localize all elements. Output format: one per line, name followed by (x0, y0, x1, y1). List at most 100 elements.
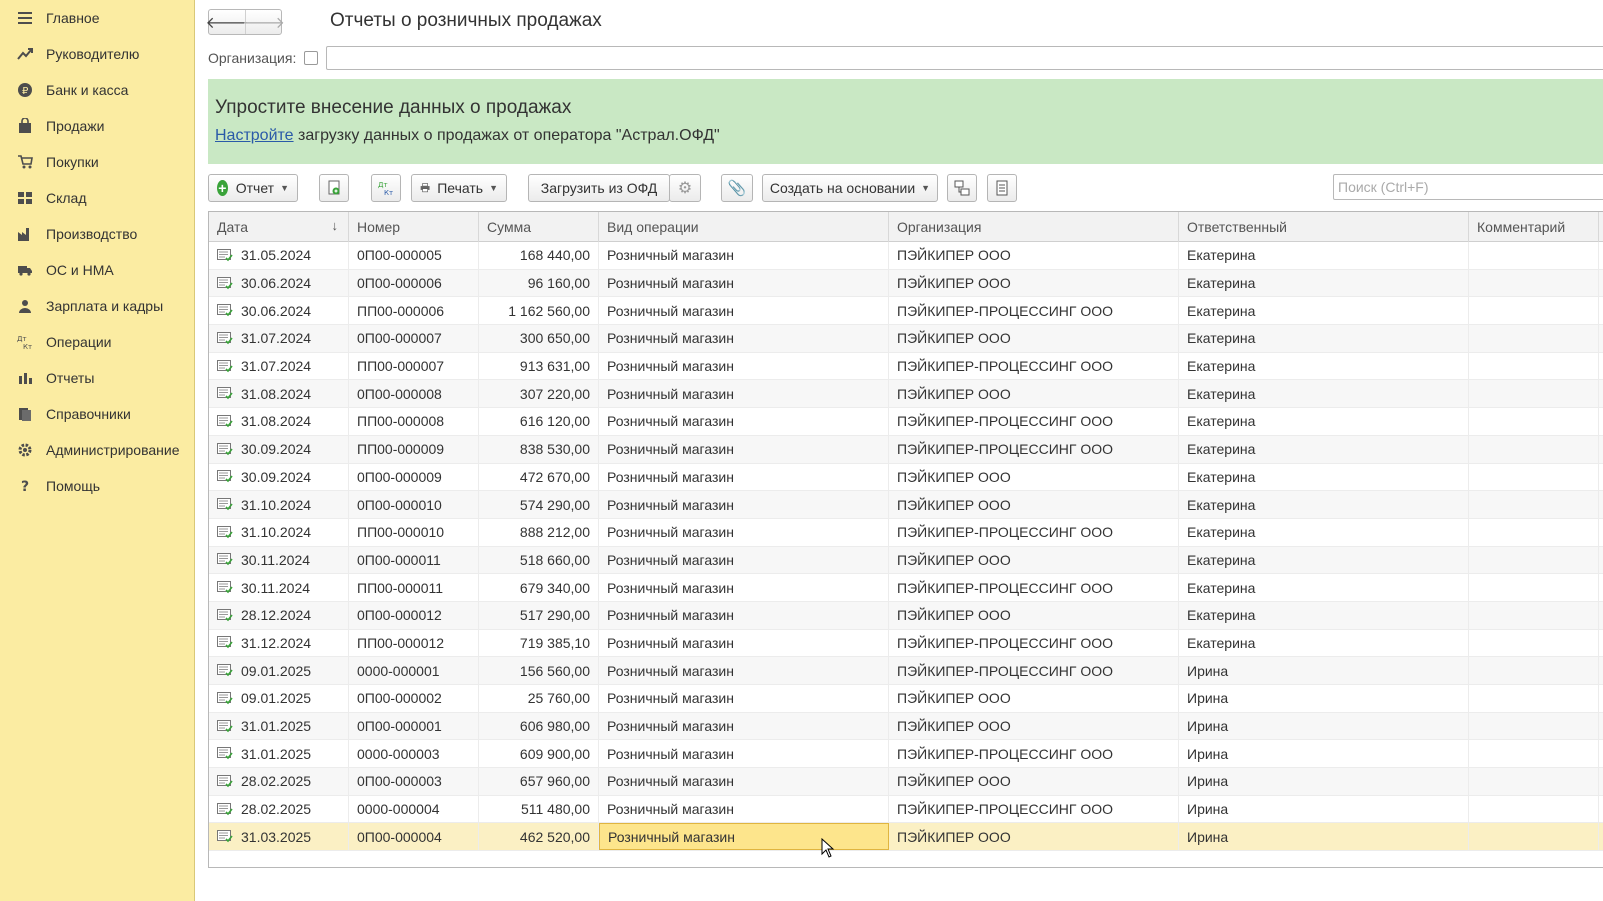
org-input[interactable] (326, 46, 1603, 70)
report-button[interactable]: + Отчет ▼ (208, 174, 298, 202)
table-row[interactable]: 30.11.2024 0П00-000011 518 660,00 Розничный… (209, 546, 1603, 575)
table-row[interactable]: 28.02.2025 0000-000004 511 480,00 Розничный… (209, 795, 1603, 824)
print-button[interactable]: Печать ▼ (411, 174, 507, 202)
sidebar-item[interactable]: Дт Кт Операции (0, 324, 194, 360)
copy-doc-button[interactable] (319, 174, 349, 202)
operation-cell: Розничный магазин (599, 685, 889, 712)
cell-value: Екатерина (1187, 275, 1256, 292)
sidebar-item-label: Склад (46, 190, 87, 206)
sidebar-item[interactable]: Администрирование (0, 432, 194, 468)
org-checkbox[interactable] (304, 51, 319, 65)
sidebar-item[interactable]: Главное (0, 0, 194, 36)
table-row[interactable]: 09.01.2025 0П00-000002 25 760,00 Розничный … (209, 685, 1603, 713)
sidebar-item[interactable]: Продажи (0, 108, 194, 144)
organization-cell: ПЭЙКИПЕР-ПРОЦЕССИНГ ООО (889, 408, 1179, 435)
sidebar-item-label: Справочники (46, 406, 131, 422)
responsible-cell: Ирина (1179, 685, 1469, 712)
cell-value: 31.03.2025 (241, 828, 312, 845)
sidebar-item-label: Отчеты (46, 370, 95, 386)
dt-kt-button[interactable]: Дт Кт (371, 174, 401, 202)
cell-value: ПЭЙКИПЕР ООО (897, 607, 1011, 624)
column-header[interactable]: Номер (349, 212, 479, 242)
column-header[interactable]: Комментарий (1469, 212, 1599, 242)
table-row[interactable]: 31.08.2024 ПП00-000008 616 120,00 Розничный… (209, 408, 1603, 436)
organization-cell: ПЭЙКИПЕР-ПРОЦЕССИНГ ООО (889, 795, 1179, 823)
date-cell: 31.07.2024 (209, 325, 349, 352)
organization-cell: ПЭЙКИПЕР-ПРОЦЕССИНГ ООО (889, 657, 1179, 684)
more-button[interactable] (987, 174, 1017, 202)
operation-cell: Розничный магазин (599, 823, 889, 851)
table-row[interactable]: 28.02.2025 0П00-000003 657 960,00 Розничный… (209, 768, 1603, 796)
sidebar-item[interactable]: Руководителю (0, 36, 194, 72)
organization-cell: ПЭЙКИПЕР-ПРОЦЕССИНГ ООО (889, 352, 1179, 380)
create-based-button[interactable]: Создать на основании ▼ (762, 174, 938, 202)
back-button[interactable]: 🡐 (206, 10, 249, 34)
sidebar-item[interactable]: Склад (0, 180, 194, 216)
sidebar-item[interactable]: Производство (0, 216, 194, 252)
load-ofd-button[interactable]: Загрузить из ОФД (528, 174, 670, 202)
cell-value: 31.10.2024 (241, 524, 312, 541)
sidebar-item[interactable]: ОС и НМА (0, 252, 194, 288)
table-row[interactable]: 30.06.2024 0П00-000006 96 160,00 Розничный … (209, 269, 1603, 298)
sum-cell: 1 162 560,00 (479, 297, 599, 325)
table-row[interactable]: 28.12.2024 0П00-000012 517 290,00 Розничный… (209, 601, 1603, 630)
table-header: Дата ↓ Номер Сумма Вид операции Организация От… (209, 212, 1603, 242)
cell-value: Екатерина (1187, 247, 1256, 264)
ofd-settings-button[interactable]: ⚙ (669, 174, 701, 202)
sidebar-item[interactable]: Справочники (0, 396, 194, 432)
date-cell: 09.01.2025 (209, 657, 349, 684)
sidebar-item-label: Банк и касса (46, 82, 129, 98)
responsible-cell: Екатерина (1179, 491, 1469, 518)
column-header[interactable]: Вид операции (599, 212, 889, 242)
table-row[interactable]: 31.10.2024 ПП00-000010 888 212,00 Розничный… (209, 518, 1603, 547)
svg-text:Кт: Кт (384, 189, 393, 196)
cell-value: Розничный магазин (607, 745, 734, 762)
column-header[interactable]: Организация (889, 212, 1179, 242)
forward-button[interactable]: 🡒 (242, 10, 285, 34)
page-title: Отчеты о розничных продажах (330, 10, 602, 31)
dt-kt-icon: ДтКт (16, 333, 34, 351)
table-row[interactable]: 31.01.2025 0П00-000001 606 980,00 Розничный… (209, 712, 1603, 741)
table-row[interactable]: 31.01.2025 0000-000003 609 900,00 Розничный… (209, 740, 1603, 769)
cell-value: ПЭЙКИПЕР-ПРОЦЕССИНГ ООО (897, 634, 1114, 651)
column-header[interactable]: Сумма (479, 212, 599, 242)
table-row[interactable]: 31.03.2025 0П00-000004 462 520,00 Розничный… (209, 823, 1603, 852)
sidebar-item[interactable]: ? Помощь (0, 468, 194, 504)
comment-cell (1469, 795, 1599, 823)
sidebar-item[interactable]: Зарплата и кадры (0, 288, 194, 324)
operation-cell: Розничный магазин (599, 408, 889, 435)
table-row[interactable]: 31.07.2024 0П00-000007 300 650,00 Розничный… (209, 325, 1603, 353)
table-row[interactable]: 30.11.2024 ПП00-000011 679 340,00 Розничный… (209, 574, 1603, 602)
table-row[interactable]: 30.06.2024 ПП00-000006 1 162 560,00 Розничн… (209, 297, 1603, 326)
responsible-cell: Екатерина (1179, 325, 1469, 352)
cell-value: 96 160,00 (527, 275, 590, 292)
sidebar-item[interactable]: Отчеты (0, 360, 194, 396)
column-header[interactable]: Дата ↓ (209, 212, 349, 242)
sidebar-item[interactable]: Покупки (0, 144, 194, 180)
table-row[interactable]: 09.01.2025 0000-000001 156 560,00 Розничный… (209, 657, 1603, 685)
sum-cell: 616 120,00 (479, 408, 599, 435)
structure-button[interactable] (947, 174, 977, 202)
table-row[interactable]: 31.08.2024 0П00-000008 307 220,00 Розничный… (209, 380, 1603, 409)
cell-value: 0000-000004 (357, 801, 440, 818)
cell-value: 472 670,00 (519, 468, 590, 485)
number-cell: ПП00-000008 (349, 408, 479, 435)
table-row[interactable]: 30.09.2024 ПП00-000009 838 530,00 Розничный… (209, 435, 1603, 464)
table-row[interactable]: 31.07.2024 ПП00-000007 913 631,00 Розничный… (209, 352, 1603, 381)
search-input[interactable]: Поиск (Ctrl+F) (1333, 174, 1603, 200)
sidebar-item-label: Руководителю (46, 46, 140, 62)
operation-cell: Розничный магазин (599, 463, 889, 491)
setup-link[interactable]: Настройте (215, 127, 294, 144)
attach-button[interactable]: 📎 (721, 174, 753, 202)
comment-cell (1469, 491, 1599, 518)
operation-cell: Розничный магазин (599, 574, 889, 601)
cell-value: ПЭЙКИПЕР ООО (897, 718, 1011, 735)
sidebar-item-label: Помощь (46, 478, 101, 494)
table-row[interactable]: 30.09.2024 0П00-000009 472 670,00 Розничный… (209, 463, 1603, 492)
table-row[interactable]: 31.05.2024 0П00-000005 168 440,00 Розничный… (209, 242, 1603, 270)
table-row[interactable]: 31.10.2024 0П00-000010 574 290,00 Розничный… (209, 491, 1603, 519)
column-header[interactable]: Ответственный (1179, 212, 1469, 242)
sidebar-item[interactable]: ₽ Банк и касса (0, 72, 194, 108)
table-row[interactable]: 31.12.2024 ПП00-000012 719 385,10 Розничный… (209, 629, 1603, 658)
document-posted-icon (217, 498, 233, 511)
